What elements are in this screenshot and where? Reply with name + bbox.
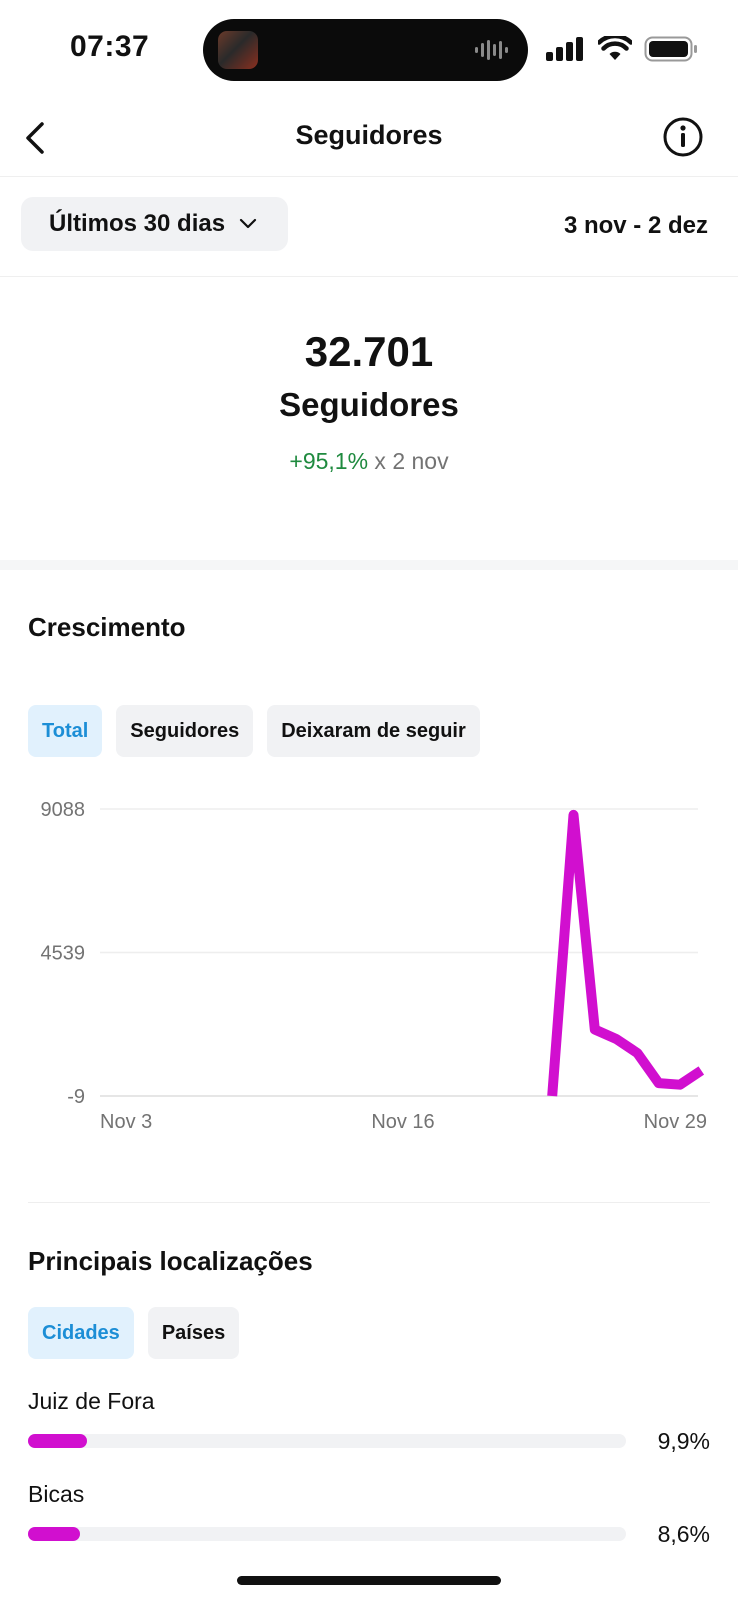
date-range-label: Últimos 30 dias xyxy=(49,210,226,237)
locations-tabs: Cidades Países xyxy=(28,1307,240,1359)
dynamic-island[interactable] xyxy=(203,19,528,81)
location-bar-fill xyxy=(28,1434,88,1448)
x-tick-label: Nov 3 xyxy=(100,1111,152,1133)
tab-seguidores[interactable]: Seguidores xyxy=(116,705,254,757)
location-name: Juiz de Fora xyxy=(28,1388,155,1414)
top-navigation-bar: Seguidores xyxy=(0,100,738,177)
followers-label: Seguidores xyxy=(279,386,459,423)
date-range-dropdown[interactable]: Últimos 30 dias xyxy=(21,197,288,251)
location-bar-track xyxy=(28,1434,626,1448)
section-divider-thin xyxy=(28,1202,710,1203)
status-bar: 07:37 xyxy=(0,0,738,100)
status-time: 07:37 xyxy=(70,30,150,63)
tab-deixaram-de-seguir[interactable]: Deixaram de seguir xyxy=(267,705,480,757)
followers-change: +95,1% x 2 nov xyxy=(0,448,738,475)
x-tick-label: Nov 29 xyxy=(644,1111,707,1133)
change-comparison: x 2 nov xyxy=(368,448,449,474)
followers-summary: 32.701 Seguidores +95,1% x 2 nov xyxy=(0,276,738,560)
cellular-signal-icon xyxy=(546,37,583,61)
audio-waveform-icon xyxy=(475,40,508,60)
battery-icon xyxy=(644,36,697,62)
growth-chart: 9088 4539 -9 Nov 3 Nov 16 Nov 29 xyxy=(0,799,738,1150)
growth-title: Crescimento xyxy=(28,612,186,642)
x-tick-label: Nov 16 xyxy=(371,1111,434,1133)
home-indicator[interactable] xyxy=(237,1576,501,1585)
location-row: Bicas 8,6% xyxy=(28,1481,710,1547)
followers-count: 32.701 xyxy=(304,328,434,375)
growth-line-chart: 9088 4539 -9 Nov 3 Nov 16 Nov 29 xyxy=(41,799,708,1133)
date-range-row: Últimos 30 dias 3 nov - 2 dez xyxy=(0,176,738,277)
y-tick-label: 4539 xyxy=(41,943,86,965)
tab-total[interactable]: Total xyxy=(28,705,103,757)
location-percent: 8,6% xyxy=(657,1521,710,1547)
now-playing-artwork xyxy=(218,31,258,69)
chevron-down-icon xyxy=(239,218,257,229)
date-range-text: 3 nov - 2 dez xyxy=(563,212,708,239)
wifi-icon xyxy=(598,36,632,60)
y-tick-label: -9 xyxy=(67,1086,85,1108)
location-bar-track xyxy=(28,1527,626,1541)
location-name: Bicas xyxy=(28,1481,85,1507)
tab-paises[interactable]: Países xyxy=(147,1307,240,1359)
locations-title: Principais localizações xyxy=(28,1246,313,1276)
y-tick-label: 9088 xyxy=(41,800,86,821)
info-icon[interactable] xyxy=(662,116,704,158)
page-title: Seguidores xyxy=(295,120,443,150)
growth-series-line xyxy=(547,809,705,1097)
location-percent: 9,9% xyxy=(657,1428,710,1454)
growth-tabs: Total Seguidores Deixaram de seguir xyxy=(28,705,480,757)
change-percent: +95,1% xyxy=(289,448,369,474)
tab-cidades[interactable]: Cidades xyxy=(28,1307,134,1359)
location-bar-fill xyxy=(28,1527,80,1541)
location-row: Juiz de Fora 9,9% xyxy=(28,1388,710,1454)
section-divider xyxy=(0,560,738,570)
